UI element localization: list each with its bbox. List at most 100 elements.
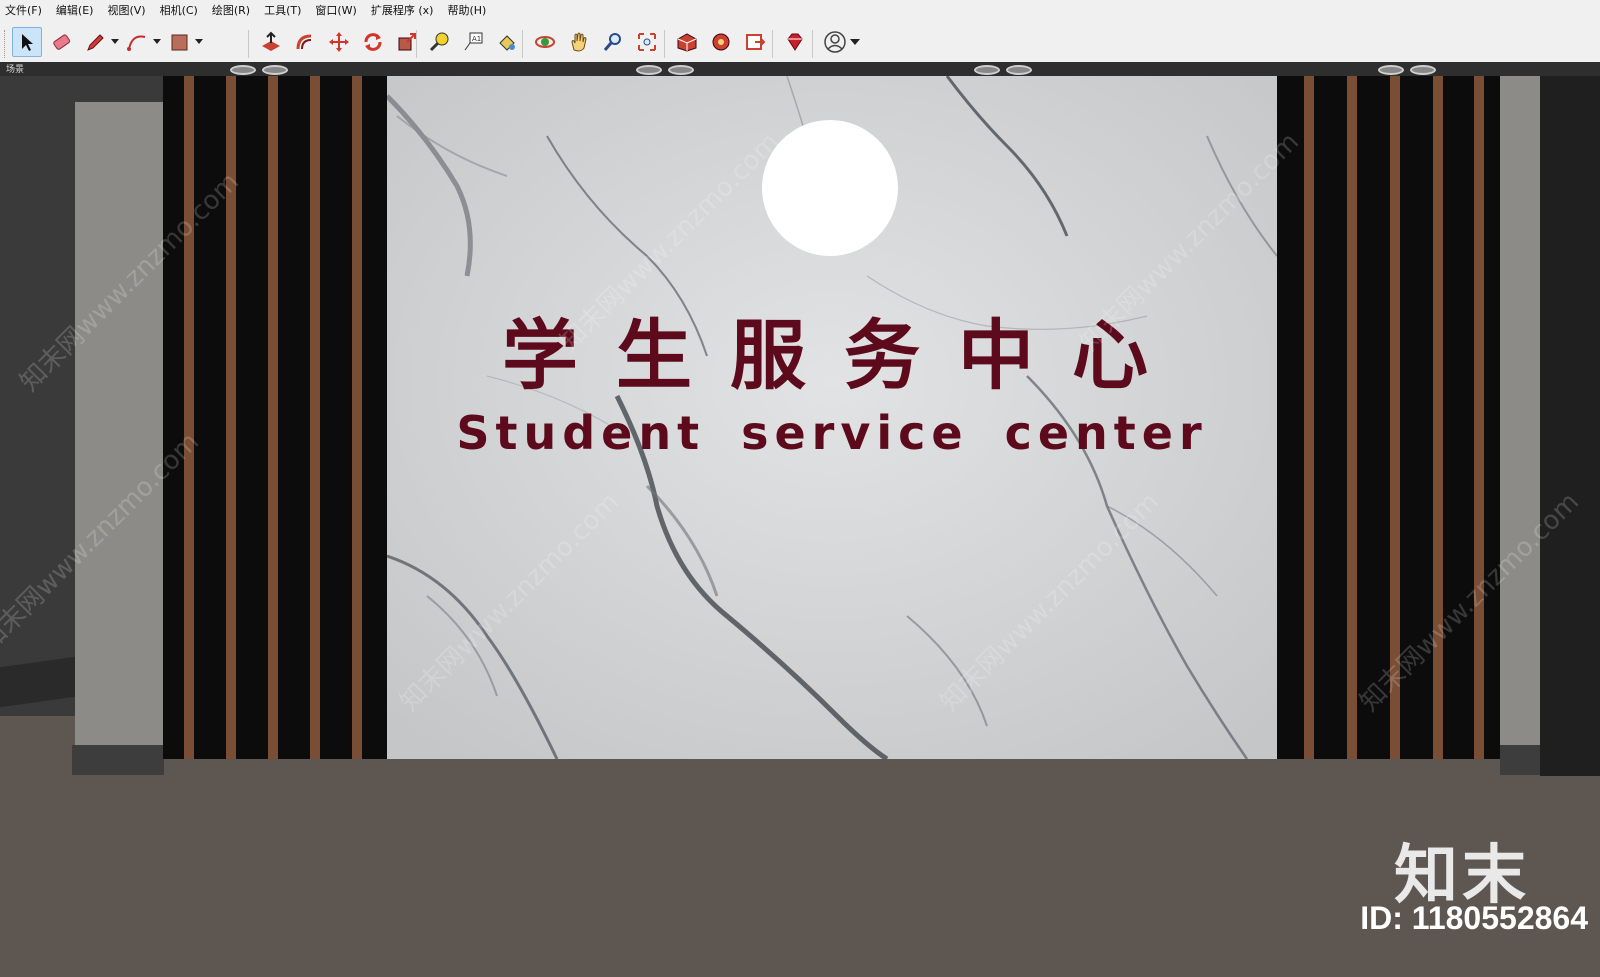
pan-tool-button[interactable] [564,27,594,57]
wood-slat [1474,76,1484,759]
toolbar-group-account [818,25,860,59]
chevron-down-icon [195,39,203,44]
menu-view[interactable]: 视图(V) [100,0,152,22]
ceiling-downlight [1410,65,1436,75]
offset-icon [296,34,312,50]
wood-slat [1347,76,1357,759]
shape-tool-button[interactable] [164,27,194,57]
toolbar-group-warehouse [670,25,772,59]
rotate-tool-button[interactable] [358,27,388,57]
image-id-label: ID: 1180552864 [1360,900,1588,936]
paint-bucket-tool-button[interactable] [492,27,522,57]
ceiling-downlight [1006,65,1032,75]
menu-bar: 文件(F) 编辑(E) 视图(V) 相机(C) 绘图(R) 工具(T) 窗口(W… [0,0,1600,22]
line-tool-dropdown[interactable] [110,27,120,57]
model-viewport[interactable]: 场景 学生服务中心 Student service center 知末网www.… [0,62,1600,977]
warehouse-icon [677,33,697,52]
scale-icon [398,33,416,51]
chevron-down-icon [111,39,119,44]
account-icon [824,31,846,53]
tape-measure-tool-button[interactable] [424,27,454,57]
toolbar-group-construction: A1 [422,25,524,59]
zoom-extents-icon [638,33,656,51]
toolbar-grip[interactable] [4,30,8,58]
marble-feature-wall: 学生服务中心 Student service center [387,76,1277,759]
menu-edit[interactable]: 编辑(E) [49,0,101,22]
chevron-down-icon [850,39,860,45]
text-tool-button[interactable]: A1 [458,27,488,57]
menu-window[interactable]: 窗口(W) [308,0,363,22]
eraser-tool-button[interactable] [46,27,76,57]
zoom-extents-tool-button[interactable] [632,27,662,57]
offset-tool-button[interactable] [290,27,320,57]
move-tool-button[interactable] [324,27,354,57]
toolbar-group-draw [10,25,204,59]
toolbar-separator [812,30,813,58]
wood-slat [268,76,278,759]
toolbar-separator [772,30,773,58]
move-icon [329,32,349,52]
wood-slat [310,76,320,759]
send-to-layout-button[interactable] [740,27,770,57]
extension-warehouse-button[interactable] [706,27,736,57]
menu-camera[interactable]: 相机(C) [153,0,205,22]
ruby-icon [787,33,803,51]
arc-tool-dropdown[interactable] [152,27,162,57]
toolbar-separator [416,30,417,58]
warehouse-button[interactable] [672,27,702,57]
right-pillar [1500,76,1540,759]
toolbar-group-ruby [778,25,812,59]
svg-text:A1: A1 [472,35,481,43]
sign-circle-logo [762,120,898,256]
push-pull-icon [262,31,280,51]
ceiling-downlight [974,65,1000,75]
ceiling-downlight [1378,65,1404,75]
ceiling-downlight [636,65,662,75]
scene-tab-label[interactable]: 场景 [6,62,24,75]
right-pillar-base [1500,745,1540,775]
toolbar-separator [522,30,523,58]
orbit-tool-button[interactable] [530,27,560,57]
toolbar-group-edit [254,25,424,59]
menu-extensions[interactable]: 扩展程序 (x) [364,0,441,22]
ceiling-downlight [262,65,288,75]
select-tool-button[interactable] [12,27,42,57]
scale-tool-button[interactable] [392,27,422,57]
pencil-icon [87,34,104,51]
arc-tool-button[interactable] [122,27,152,57]
toolbar-separator [248,30,249,58]
wood-slat [352,76,362,759]
account-button[interactable] [820,27,850,57]
zoom-tool-button[interactable] [598,27,628,57]
menu-draw[interactable]: 绘图(R) [205,0,257,22]
left-pillar [75,102,163,762]
wood-slat [184,76,194,759]
toolbar-group-camera [528,25,664,59]
rotate-icon [364,33,382,51]
ceiling-downlight [668,65,694,75]
floor [0,759,1600,977]
arrow-cursor-icon [22,34,33,51]
paint-bucket-icon [499,35,515,51]
account-dropdown[interactable] [850,27,860,57]
ruby-console-button[interactable] [780,27,810,57]
left-slat-panel [163,76,387,759]
zoom-icon [603,33,621,51]
extension-warehouse-icon [712,33,730,51]
menu-tools[interactable]: 工具(T) [257,0,308,22]
push-pull-tool-button[interactable] [256,27,286,57]
pan-hand-icon [571,32,587,52]
arc-icon [127,35,146,51]
toolbar-separator [664,30,665,58]
rectangle-icon [171,34,188,51]
text-icon: A1 [464,32,483,51]
chevron-down-icon [153,39,161,44]
toolbar: A1 [0,22,1600,63]
menu-file[interactable]: 文件(F) [0,0,49,22]
shape-tool-dropdown[interactable] [194,27,204,57]
sign-title-english: Student service center [456,406,1208,460]
menu-help[interactable]: 帮助(H) [440,0,493,22]
line-tool-button[interactable] [80,27,110,57]
tape-measure-icon [429,32,449,52]
layout-icon [746,34,766,50]
